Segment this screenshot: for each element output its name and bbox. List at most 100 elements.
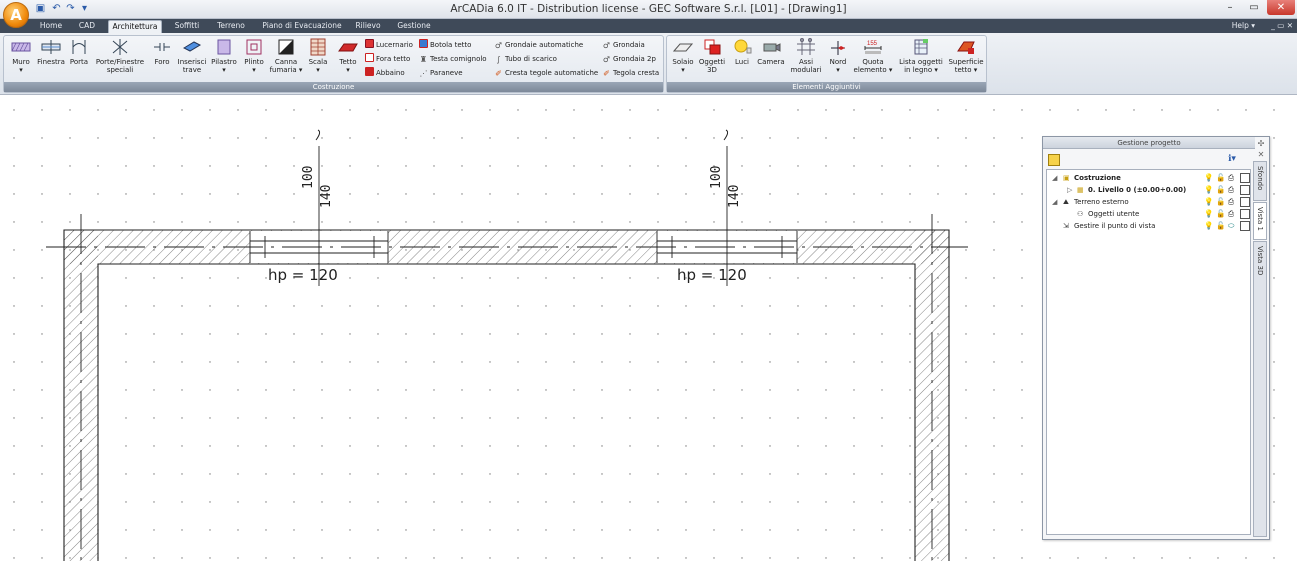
tab-home[interactable]: Home bbox=[34, 20, 68, 33]
bulb-icon[interactable]: 💡 bbox=[1204, 185, 1213, 195]
tab-cad[interactable]: CAD bbox=[72, 20, 102, 33]
fora-tetto-button[interactable]: Fora tetto bbox=[365, 53, 410, 65]
roof-hole-icon bbox=[365, 53, 374, 62]
tab-architettura[interactable]: Architettura bbox=[108, 20, 162, 33]
tree-item-punto-di-vista[interactable]: ⇲ Gestire il punto di vista 💡 🔓 ⬭ bbox=[1047, 220, 1252, 232]
collapse-icon[interactable]: ◢ bbox=[1052, 172, 1057, 184]
print-icon[interactable]: ⎙ bbox=[1228, 185, 1234, 195]
botola-tetto-button[interactable]: Botola tetto bbox=[419, 39, 471, 51]
dormer-icon bbox=[365, 67, 374, 76]
tab-soffitti[interactable]: Soffitti bbox=[168, 20, 206, 33]
level-icon: ▦ bbox=[1077, 186, 1084, 194]
tab-vista-1[interactable]: Vista 1 bbox=[1253, 202, 1267, 240]
tree-item-terreno-esterno[interactable]: ◢ ⛰ Terreno esterno 💡 🔓 ⎙ bbox=[1047, 196, 1252, 208]
select-checkbox[interactable] bbox=[1240, 173, 1250, 183]
new-level-icon[interactable] bbox=[1048, 154, 1060, 166]
muro-button[interactable]: Muro ▾ bbox=[6, 38, 36, 84]
info-dropdown-icon[interactable]: ℹ▾ bbox=[1228, 154, 1236, 164]
tree-item-livello-0[interactable]: ▷ ▦ 0. Livello 0 (±0.00÷0.00) 💡 🔓 ⎙ bbox=[1047, 184, 1252, 196]
app-menu-button[interactable]: A bbox=[3, 2, 29, 28]
minimize-button[interactable]: – bbox=[1218, 0, 1242, 15]
porta-button[interactable]: Porta bbox=[66, 38, 92, 84]
tree-item-costruzione[interactable]: ◢ ▣ Costruzione 💡 🔓 ⎙ bbox=[1047, 172, 1252, 184]
lock-icon[interactable]: 🔓 bbox=[1216, 221, 1225, 231]
opening-icon bbox=[154, 43, 170, 51]
help-menu[interactable]: Help ▾ bbox=[1232, 20, 1255, 32]
tetto-button[interactable]: Tetto ▾ bbox=[334, 38, 362, 84]
paraneve-button[interactable]: ⋰ Paraneve bbox=[419, 67, 463, 79]
close-button[interactable]: ✕ bbox=[1267, 0, 1295, 15]
superficie-tetto-button[interactable]: Superficie tetto ▾ bbox=[947, 38, 985, 84]
plinto-button[interactable]: Plinto ▾ bbox=[240, 38, 268, 84]
row-visibility-controls: 💡 🔓 ⎙ bbox=[1204, 209, 1252, 219]
mdi-window-controls[interactable]: _ ▭ ✕ bbox=[1271, 20, 1293, 32]
camera-button[interactable]: Camera bbox=[755, 38, 787, 84]
skylight-icon bbox=[365, 39, 374, 48]
window-left-hp: hp = 120 bbox=[268, 266, 338, 284]
luci-button[interactable]: Luci bbox=[729, 38, 755, 84]
testa-comignolo-button[interactable]: ♜ Testa comignolo bbox=[419, 53, 487, 65]
light-bulb-icon bbox=[734, 39, 752, 54]
snow-guard-icon: ⋰ bbox=[419, 69, 428, 78]
lock-icon[interactable]: 🔓 bbox=[1216, 209, 1225, 219]
select-checkbox[interactable] bbox=[1240, 221, 1250, 231]
select-checkbox[interactable] bbox=[1240, 185, 1250, 195]
oggetti-3d-button[interactable]: Oggetti 3D bbox=[697, 38, 727, 84]
ribbon-tab-bar: Home CAD Architettura Soffitti Terreno P… bbox=[0, 19, 1297, 33]
tubo-di-scarico-button[interactable]: ∫ Tubo di scarico bbox=[494, 53, 557, 65]
tab-piano-evacuazione[interactable]: Piano di Evacuazione bbox=[258, 20, 346, 33]
roof-surface-icon bbox=[957, 41, 975, 54]
collapse-icon[interactable]: ◢ bbox=[1052, 196, 1057, 208]
bulb-icon[interactable]: 💡 bbox=[1204, 209, 1213, 219]
chimney-icon bbox=[278, 39, 294, 55]
expand-icon[interactable]: ▷ bbox=[1067, 184, 1072, 196]
lista-oggetti-legno-button[interactable]: Lista oggetti in legno ▾ bbox=[897, 38, 945, 84]
bulb-icon[interactable]: 💡 bbox=[1204, 197, 1213, 207]
group-costruzione: Muro ▾ Finestra Porta Porte/Finestre speci… bbox=[3, 35, 664, 93]
quota-elemento-button[interactable]: 155 Quota elemento ▾ bbox=[853, 38, 893, 84]
tab-vista-3d[interactable]: Vista 3D bbox=[1253, 241, 1267, 537]
select-checkbox[interactable] bbox=[1240, 197, 1250, 207]
viewpoint-icon: ⇲ bbox=[1063, 222, 1069, 230]
lock-icon[interactable]: 🔓 bbox=[1216, 197, 1225, 207]
canna-fumaria-button[interactable]: Canna fumaria ▾ bbox=[268, 38, 304, 84]
select-checkbox[interactable] bbox=[1240, 209, 1250, 219]
grondaia-button[interactable]: ♂ Grondaia bbox=[602, 39, 645, 51]
tab-sfondo[interactable]: Sfondo bbox=[1253, 161, 1267, 201]
nord-button[interactable]: Nord ▾ bbox=[825, 38, 851, 84]
print-icon[interactable]: ⎙ bbox=[1228, 173, 1234, 183]
bulb-icon[interactable]: 💡 bbox=[1204, 221, 1213, 231]
window-icon bbox=[41, 40, 61, 54]
panel-toolbar: ℹ▾ bbox=[1046, 152, 1251, 168]
print-icon[interactable]: ⎙ bbox=[1228, 197, 1234, 207]
porte-finestre-speciali-button[interactable]: Porte/Finestre speciali bbox=[94, 38, 146, 84]
assi-modulari-button[interactable]: Assi modulari bbox=[789, 38, 823, 84]
cresta-tegole-automatiche-button[interactable]: ✐ Cresta tegole automatiche bbox=[494, 67, 598, 79]
lock-icon[interactable]: 🔓 bbox=[1216, 185, 1225, 195]
solaio-button[interactable]: Solaio ▾ bbox=[669, 38, 697, 84]
pillar-icon bbox=[217, 39, 231, 55]
finestra-button[interactable]: Finestra bbox=[36, 38, 66, 84]
abbaino-button[interactable]: Abbaino bbox=[365, 67, 405, 79]
grondaie-automatiche-button[interactable]: ♂ Grondaie automatiche bbox=[494, 39, 583, 51]
camera-eye-icon[interactable]: ⬭ bbox=[1228, 221, 1234, 231]
tegola-cresta-button[interactable]: ✐ Tegola cresta bbox=[602, 67, 659, 79]
foro-button[interactable]: Foro bbox=[150, 38, 174, 84]
building-icon: ▣ bbox=[1063, 174, 1070, 182]
lucernario-button[interactable]: Lucernario bbox=[365, 39, 413, 51]
inserisci-trave-button[interactable]: Inserisci trave bbox=[176, 38, 208, 84]
lock-icon[interactable]: 🔓 bbox=[1216, 173, 1225, 183]
window-right-height: 140 bbox=[727, 185, 742, 208]
restore-button[interactable]: ▭ bbox=[1242, 0, 1266, 15]
objects-3d-icon bbox=[704, 39, 721, 55]
print-icon[interactable]: ⎙ bbox=[1228, 209, 1234, 219]
tab-terreno[interactable]: Terreno bbox=[212, 20, 250, 33]
tree-item-oggetti-utente[interactable]: ⚇ Oggetti utente 💡 🔓 ⎙ bbox=[1047, 208, 1252, 220]
scala-button[interactable]: Scala ▾ bbox=[304, 38, 332, 84]
tab-gestione[interactable]: Gestione bbox=[392, 20, 436, 33]
tab-rilievo[interactable]: Rilievo bbox=[350, 20, 386, 33]
chimney-head-icon: ♜ bbox=[419, 55, 428, 64]
pilastro-button[interactable]: Pilastro ▾ bbox=[209, 38, 239, 84]
grondaia-2p-button[interactable]: ♂ Grondaia 2p bbox=[602, 53, 656, 65]
bulb-icon[interactable]: 💡 bbox=[1204, 173, 1213, 183]
